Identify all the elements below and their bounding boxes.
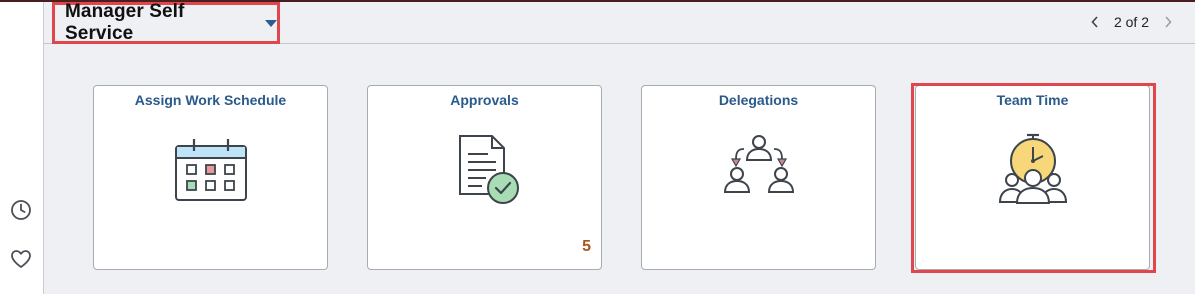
tile-title: Team Time [996,92,1069,108]
page-indicator: 2 of 2 [1113,14,1149,30]
main-area: Manager Self Service 2 of 2 Assign Work … [44,1,1195,294]
chevron-right-icon[interactable] [1163,15,1173,29]
tile-assign-work-schedule[interactable]: Assign Work Schedule [93,85,328,270]
favorites-heart-icon[interactable] [9,247,33,271]
delegation-people-icon [723,135,794,193]
chevron-left-icon[interactable] [1090,15,1100,29]
tile-title: Delegations [718,92,799,108]
homepage-selector[interactable]: Manager Self Service [52,1,280,44]
tile-title: Approvals [450,92,519,108]
document-check-icon [458,135,519,204]
homepage-title: Manager Self Service [65,1,185,44]
header-bar: Manager Self Service 2 of 2 [44,1,1195,44]
dropdown-caret-icon [265,19,277,27]
page-pager: 2 of 2 [1090,14,1173,30]
recent-history-icon[interactable] [9,198,33,222]
tile-approvals[interactable]: Approvals 5 [367,85,602,270]
tile-title: Assign Work Schedule [134,92,287,108]
tile-delegations[interactable]: Delegations [641,85,876,270]
team-clock-icon [998,133,1067,204]
tile-team-time[interactable]: Team Time [915,85,1150,270]
approvals-count-badge: 5 [582,238,591,255]
calendar-icon [174,139,247,201]
left-rail [0,2,44,294]
